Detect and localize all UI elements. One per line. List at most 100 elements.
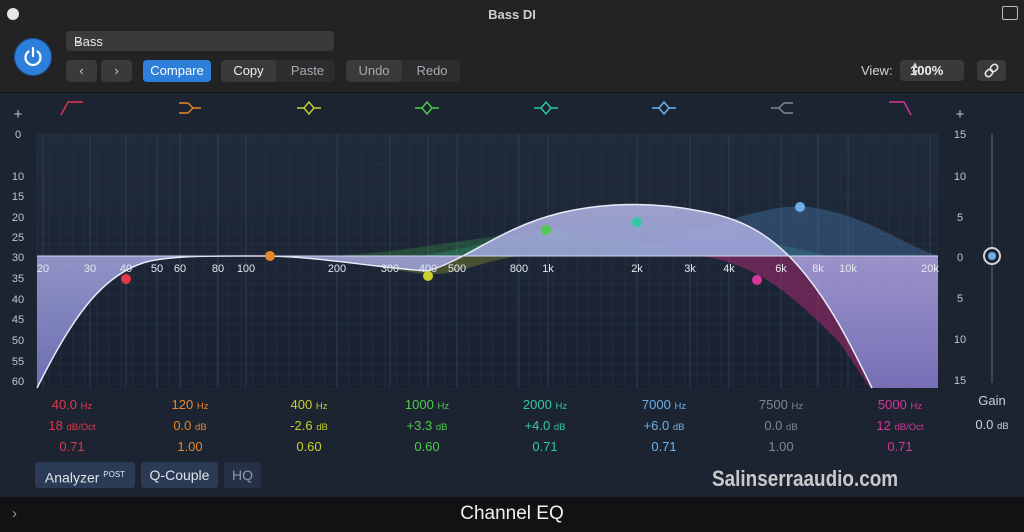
gain-knob-center-icon bbox=[988, 252, 996, 260]
freq-label: 2k bbox=[631, 263, 643, 275]
band5-gain-value[interactable]: +4.0 dB bbox=[500, 418, 590, 433]
chevron-down-icon: ⌄ bbox=[74, 35, 84, 47]
band8-q-value[interactable]: 0.71 bbox=[855, 439, 945, 454]
band3-q-value[interactable]: 0.60 bbox=[264, 439, 354, 454]
band5-bell-icon[interactable] bbox=[534, 100, 558, 116]
gain-value[interactable]: 0.0 dB bbox=[964, 417, 1020, 432]
band7-high-shelf-icon[interactable] bbox=[771, 102, 793, 114]
copy-button[interactable]: Copy bbox=[221, 60, 276, 82]
db-scale-label: 30 bbox=[12, 252, 24, 264]
freq-label: 200 bbox=[328, 263, 346, 275]
gain-label: Gain bbox=[978, 393, 1006, 408]
gain-scale-label: 15 bbox=[954, 129, 966, 141]
band2-q-value[interactable]: 1.00 bbox=[145, 439, 235, 454]
compare-button[interactable]: Compare bbox=[143, 60, 211, 82]
freq-label: 300 bbox=[381, 263, 399, 275]
power-icon bbox=[24, 46, 42, 67]
band7-q-value[interactable]: 1.00 bbox=[736, 439, 826, 454]
redo-button[interactable]: Redo bbox=[404, 60, 460, 82]
plugin-name: Channel EQ bbox=[460, 503, 564, 524]
band-type-shape bbox=[652, 100, 676, 116]
band4-bell-icon[interactable] bbox=[415, 100, 439, 116]
freq-label: 100 bbox=[237, 263, 255, 275]
next-preset-button[interactable]: › bbox=[101, 60, 132, 82]
band6-bell-icon[interactable] bbox=[652, 100, 676, 116]
band4-gain-value[interactable]: +3.3 dB bbox=[382, 418, 472, 433]
band7-gain-value[interactable]: 0.0 dB bbox=[736, 418, 826, 433]
q-couple-button[interactable]: Q-Couple bbox=[141, 462, 218, 488]
undo-button[interactable]: Undo bbox=[346, 60, 402, 82]
watermark-text: Salinserraaudio.com bbox=[712, 466, 899, 491]
band1-handle[interactable] bbox=[121, 274, 131, 284]
previous-preset-button[interactable]: ‹ bbox=[66, 60, 97, 82]
power-button[interactable] bbox=[14, 38, 52, 76]
band5-q-value[interactable]: 0.71 bbox=[500, 439, 590, 454]
band5-freq-value[interactable]: 2000 Hz bbox=[500, 397, 590, 412]
band-type-shape bbox=[534, 100, 558, 116]
gain-scale-label: 5 bbox=[957, 293, 963, 305]
band3-freq-value[interactable]: 400 Hz bbox=[264, 397, 354, 412]
band2-handle[interactable] bbox=[265, 251, 275, 261]
db-scale-label: 50 bbox=[12, 335, 24, 347]
db-scale-label: 45 bbox=[12, 314, 24, 326]
chevron-right-icon: › bbox=[114, 63, 119, 78]
analyzer-button[interactable]: Analyzer POST bbox=[35, 462, 135, 488]
band7-freq-value[interactable]: 7500 Hz bbox=[736, 397, 826, 412]
band6-freq-value[interactable]: 7000 Hz bbox=[619, 397, 709, 412]
db-scale-label: 20 bbox=[12, 212, 24, 224]
band2-gain-value[interactable]: 0.0 dB bbox=[145, 418, 235, 433]
gain-scale-label: 0 bbox=[957, 252, 963, 264]
gain-scale-label: 15 bbox=[954, 375, 966, 387]
band6-q-value[interactable]: 0.71 bbox=[619, 439, 709, 454]
band8-freq-value[interactable]: 5000 Hz bbox=[855, 397, 945, 412]
band8-high-cut-icon[interactable] bbox=[889, 101, 912, 116]
paste-button[interactable]: Paste bbox=[280, 60, 335, 82]
band-type-shape bbox=[415, 100, 439, 116]
freq-label: 80 bbox=[212, 263, 224, 275]
eq-main-area: 20 30 40 50 60 80 100 200 300 400 500 800 1k 2k 3k 4k 6k… bbox=[0, 93, 1024, 497]
band1-low-cut-icon[interactable] bbox=[60, 101, 83, 116]
freq-label: 20 bbox=[37, 263, 49, 275]
band3-bell-icon[interactable] bbox=[297, 100, 321, 116]
band-type-shape bbox=[889, 101, 912, 116]
band-type-shape bbox=[60, 101, 83, 116]
freq-label: 50 bbox=[151, 263, 163, 275]
freq-label: 6k bbox=[775, 263, 787, 275]
band1-freq-value[interactable]: 40.0 Hz bbox=[27, 397, 117, 412]
band5-handle[interactable] bbox=[632, 217, 642, 227]
detach-window-icon[interactable] bbox=[1002, 6, 1018, 20]
band1-q-value[interactable]: 0.71 bbox=[27, 439, 117, 454]
band3-handle[interactable] bbox=[423, 271, 433, 281]
band4-handle[interactable] bbox=[541, 225, 551, 235]
band8-handle[interactable] bbox=[752, 275, 762, 285]
band3-gain-value[interactable]: -2.6 dB bbox=[264, 418, 354, 433]
db-scale-label: 60 bbox=[12, 376, 24, 388]
hq-button[interactable]: HQ bbox=[224, 462, 261, 488]
db-scale-label: 35 bbox=[12, 273, 24, 285]
view-zoom-select[interactable]: 100% ▲ ▼ bbox=[900, 60, 964, 81]
band4-freq-value[interactable]: 1000 Hz bbox=[382, 397, 472, 412]
gain-scale-label: 5 bbox=[957, 212, 963, 224]
freq-label: 8k bbox=[812, 263, 824, 275]
view-label: View: bbox=[861, 63, 893, 78]
band-type-shape bbox=[179, 102, 201, 114]
add-band-icon[interactable]: + bbox=[14, 106, 23, 123]
gain-scale-label: 10 bbox=[954, 334, 966, 346]
add-band-icon[interactable]: + bbox=[956, 106, 965, 123]
band-type-shape bbox=[771, 102, 793, 114]
band-type-shape bbox=[297, 100, 321, 116]
band4-q-value[interactable]: 0.60 bbox=[382, 439, 472, 454]
band1-gain-value[interactable]: 18 dB/Oct bbox=[27, 418, 117, 433]
db-scale-label: 0 bbox=[15, 129, 21, 141]
band8-gain-value[interactable]: 12 dB/Oct bbox=[855, 418, 945, 433]
link-button[interactable] bbox=[977, 60, 1006, 81]
band2-low-shelf-icon[interactable] bbox=[179, 102, 201, 114]
freq-label: 4k bbox=[723, 263, 735, 275]
db-scale-label: 15 bbox=[12, 191, 24, 203]
eq-graph[interactable]: 20 30 40 50 60 80 100 200 300 400 500 800 1k 2k 3k 4k 6k… bbox=[0, 93, 1024, 497]
band2-freq-value[interactable]: 120 Hz bbox=[145, 397, 235, 412]
band-type-icons bbox=[60, 100, 912, 116]
preset-menu[interactable]: Bass ⌄ bbox=[66, 31, 334, 51]
band6-handle[interactable] bbox=[795, 202, 805, 212]
band6-gain-value[interactable]: +6.0 dB bbox=[619, 418, 709, 433]
